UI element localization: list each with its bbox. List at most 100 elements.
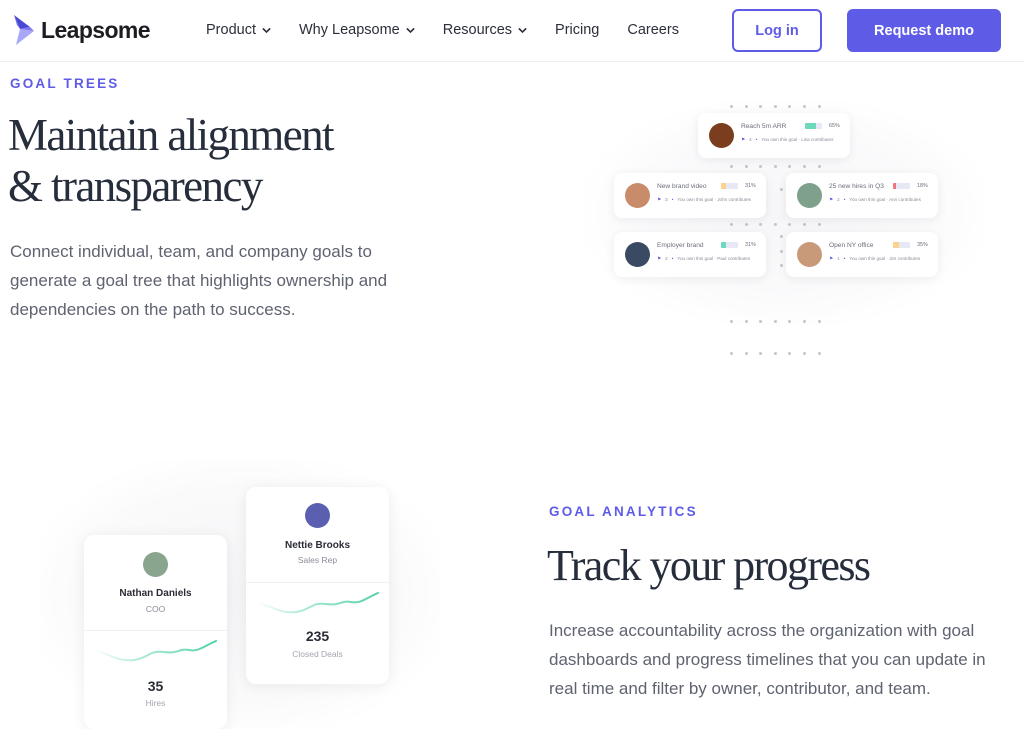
goal-card[interactable]: Reach 5m ARR 65% ⚑ 4 • You own this goal · Li… xyxy=(698,113,850,158)
headline-line: Maintain alignment xyxy=(8,110,334,160)
goal-ownership: You own this goal · Jim contributes xyxy=(849,256,921,261)
nav-item-label: Product xyxy=(206,22,256,38)
dot xyxy=(759,352,763,355)
dot-row xyxy=(730,320,821,323)
sparkline xyxy=(256,592,379,614)
dot xyxy=(773,320,777,323)
goal-trees-eyebrow: GOAL TREES xyxy=(10,76,120,91)
progress-bar xyxy=(893,242,910,248)
chevron-down-icon xyxy=(262,27,271,33)
dot-column xyxy=(780,235,783,268)
goal-ownership: You own this goal · Ann contributes xyxy=(849,197,921,202)
flag-icon: ⚑ xyxy=(829,197,834,202)
leapsome-bird-icon xyxy=(14,15,34,45)
goal-analytics-description: Increase accountability across the organ… xyxy=(549,621,986,698)
dot xyxy=(759,105,763,108)
goal-meta: ⚑ 2 • You own this goal · Ann contributes xyxy=(829,197,921,203)
avatar xyxy=(797,183,822,208)
goal-analytics-eyebrow: GOAL ANALYTICS xyxy=(549,504,698,519)
progress-bar-fill xyxy=(721,183,727,189)
goal-card[interactable]: 25 new hires in Q3 18% ⚑ 2 • You own this goa… xyxy=(786,173,938,218)
dot-row xyxy=(730,223,821,226)
nav-item-careers[interactable]: Careers xyxy=(627,22,679,38)
metric-label: Closed Deals xyxy=(292,649,343,659)
progress-bar xyxy=(805,123,822,129)
goal-meta: ⚑ 1 • You own this goal · Jim contributes xyxy=(829,256,920,262)
goal-card[interactable]: Open NY office 35% ⚑ 1 • You own this goal · … xyxy=(786,232,938,277)
person-name: Nathan Daniels xyxy=(119,588,192,599)
login-button[interactable]: Log in xyxy=(732,9,822,52)
dot-row xyxy=(730,105,821,108)
top-navigation: Leapsome Product Why Leapsome Resources … xyxy=(0,0,1024,62)
dot xyxy=(744,352,748,355)
flag-icon: ⚑ xyxy=(657,197,662,202)
bullet: • xyxy=(671,256,674,261)
dot xyxy=(759,320,763,323)
dot xyxy=(788,320,792,323)
bullet: • xyxy=(671,197,674,202)
goal-ownership: You own this goal · John contributes xyxy=(677,197,751,202)
dot xyxy=(773,352,777,355)
goal-trees-headline: Maintain alignment & transparency xyxy=(8,110,334,212)
dot xyxy=(744,223,748,226)
divider xyxy=(84,630,227,631)
nav-item-label: Pricing xyxy=(555,22,600,38)
flag-icon: ⚑ xyxy=(657,256,662,261)
person-stat-card: Nathan Daniels COO 35 Hires xyxy=(84,535,227,729)
person-role: Sales Rep xyxy=(297,555,338,565)
avatar xyxy=(305,503,330,528)
progress-bar-fill xyxy=(893,183,897,189)
person-role: COO xyxy=(145,604,166,614)
dot xyxy=(788,165,792,168)
nav-item-why-leapsome[interactable]: Why Leapsome xyxy=(299,22,415,38)
nav-item-pricing[interactable]: Pricing xyxy=(555,22,599,38)
goal-card[interactable]: New brand video 31% ⚑ 3 • You own this goal ·… xyxy=(614,173,766,218)
progress-percent: 31% xyxy=(745,183,756,189)
person-stat-card: Nettie Brooks Sales Rep 235 Closed Deals xyxy=(246,487,389,684)
progress-percent: 31% xyxy=(745,242,756,248)
dot-row xyxy=(730,352,821,355)
dot xyxy=(817,165,821,168)
subgoal-count: 2 xyxy=(837,197,840,202)
dot xyxy=(788,105,792,108)
flag-icon: ⚑ xyxy=(741,137,746,142)
nav-item-product[interactable]: Product xyxy=(206,22,271,38)
dot xyxy=(730,223,733,226)
subgoal-count: 3 xyxy=(665,197,668,202)
nav-item-label: Careers xyxy=(627,22,679,38)
dot xyxy=(802,352,806,355)
progress-percent: 18% xyxy=(917,183,928,189)
dot-row xyxy=(730,165,821,168)
dot xyxy=(817,105,821,108)
metric-label: Hires xyxy=(145,698,166,708)
progress-bar xyxy=(893,183,910,189)
goal-analytics-headline: Track your progress xyxy=(547,541,871,590)
avatar xyxy=(625,242,650,267)
dot xyxy=(744,105,748,108)
logo[interactable]: Leapsome xyxy=(12,15,151,45)
dot xyxy=(788,223,792,226)
nav-item-label: Why Leapsome xyxy=(298,22,400,38)
dot xyxy=(802,320,806,323)
dot xyxy=(773,165,777,168)
dot xyxy=(802,223,806,226)
avatar xyxy=(709,123,734,148)
dot xyxy=(802,165,806,168)
nav-item-resources[interactable]: Resources xyxy=(443,22,527,38)
dot xyxy=(802,105,806,108)
dot xyxy=(780,264,783,268)
dot xyxy=(744,320,748,323)
request-demo-button[interactable]: Request demo xyxy=(847,9,1001,52)
progress-bar-fill xyxy=(721,242,727,248)
dot-column xyxy=(780,188,783,191)
goal-card[interactable]: Employer brand 31% ⚑ 2 • You own this goal · … xyxy=(614,232,766,277)
dot xyxy=(780,249,783,253)
nav-menu: Product Why Leapsome Resources Pricing C… xyxy=(206,22,707,38)
chevron-down-icon xyxy=(406,27,415,33)
headline-line: & transparency xyxy=(8,161,263,211)
progress-percent: 35% xyxy=(917,242,928,248)
goal-ownership: You own this goal · Paul contributes xyxy=(677,256,751,261)
dot xyxy=(817,320,821,323)
avatar xyxy=(143,552,168,577)
dot xyxy=(817,223,821,226)
